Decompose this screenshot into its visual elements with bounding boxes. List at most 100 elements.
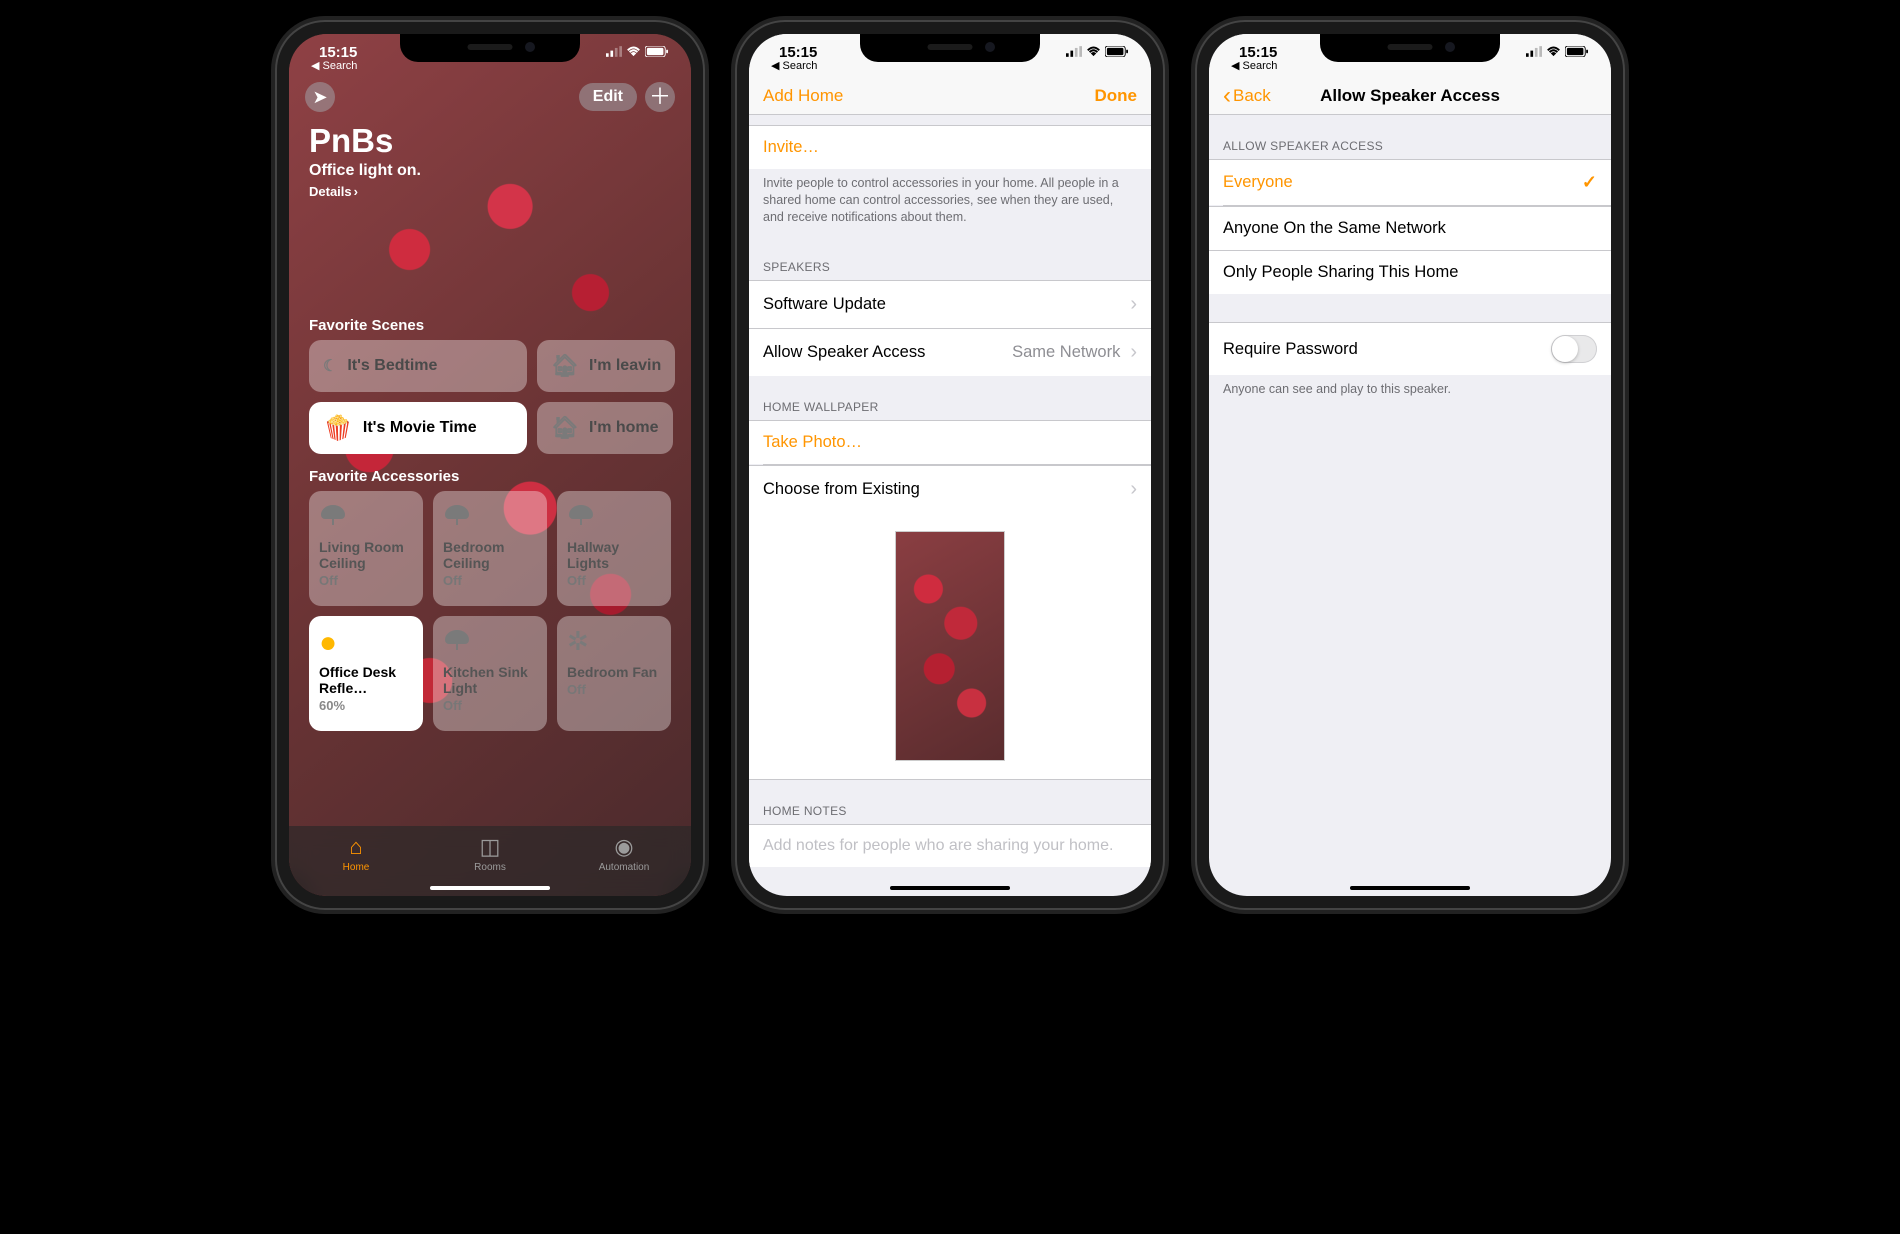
option-everyone[interactable]: Everyone✓ bbox=[1209, 159, 1611, 205]
accessory-tile[interactable]: Bedroom Ceiling Off bbox=[433, 491, 547, 606]
allow-access-value: Same Network bbox=[1012, 343, 1120, 362]
location-arrow-icon: ➤ bbox=[312, 87, 327, 108]
add-button[interactable]: ＋ bbox=[645, 82, 675, 112]
scene-label: I'm home bbox=[589, 419, 659, 437]
fan-icon: ✲ bbox=[567, 626, 589, 656]
require-password-toggle[interactable] bbox=[1551, 335, 1597, 363]
wallpaper-thumbnail[interactable] bbox=[895, 531, 1005, 761]
accessory-name: Hallway Lights bbox=[567, 539, 661, 571]
ceiling-light-icon bbox=[319, 501, 347, 529]
wifi-icon bbox=[626, 46, 641, 57]
access-footer: Anyone can see and play to this speaker. bbox=[1209, 375, 1611, 408]
status-icons bbox=[606, 44, 669, 57]
accessory-name: Kitchen Sink Light bbox=[443, 664, 537, 696]
scene-tile-leaving[interactable]: 🏠︎ I'm leavin bbox=[537, 340, 675, 392]
notch bbox=[1320, 34, 1500, 62]
accessory-tile[interactable]: ● Office Desk Refle… 60% bbox=[309, 616, 423, 731]
home-indicator[interactable] bbox=[890, 886, 1010, 890]
accessory-state: 60% bbox=[319, 698, 413, 713]
phone-frame-1: 15:15 ◀ Search ➤ Edit ＋ PnBs Office ligh… bbox=[275, 20, 705, 910]
accessory-state: Off bbox=[567, 573, 661, 588]
automation-tab-icon: ◉ bbox=[614, 834, 633, 860]
tab-automation[interactable]: ◉ Automation bbox=[557, 826, 691, 880]
accessories-section-header: Favorite Accessories bbox=[289, 454, 691, 491]
signal-icon bbox=[606, 46, 622, 57]
chevron-right-icon: › bbox=[1130, 293, 1137, 316]
home-indicator[interactable] bbox=[1350, 886, 1470, 890]
add-home-button[interactable]: Add Home bbox=[763, 86, 843, 106]
tab-label: Rooms bbox=[474, 862, 506, 873]
battery-icon bbox=[1105, 46, 1129, 57]
scene-label: It's Movie Time bbox=[363, 419, 477, 437]
ceiling-light-icon bbox=[443, 501, 471, 529]
status-back[interactable]: ◀ Search bbox=[771, 59, 817, 72]
battery-icon bbox=[1565, 46, 1589, 57]
home-name-title: PnBs bbox=[309, 122, 671, 160]
status-icons bbox=[1526, 44, 1589, 57]
notch bbox=[860, 34, 1040, 62]
scene-label: It's Bedtime bbox=[347, 357, 437, 375]
moon-icon: ☾ bbox=[323, 356, 337, 376]
invite-cell[interactable]: Invite… bbox=[749, 125, 1151, 169]
tab-label: Home bbox=[343, 862, 370, 873]
screen-home-settings: 15:15 ◀ Search Add Home Done Invite… Inv… bbox=[749, 34, 1151, 896]
checkmark-icon: ✓ bbox=[1582, 172, 1597, 193]
scene-tile-movie[interactable]: 🍿 It's Movie Time bbox=[309, 402, 527, 454]
accessory-tile[interactable]: Kitchen Sink Light Off bbox=[433, 616, 547, 731]
scene-tile-home[interactable]: 🏠︎ I'm home bbox=[537, 402, 673, 454]
accessory-state: Off bbox=[319, 573, 413, 588]
accessory-name: Living Room Ceiling bbox=[319, 539, 413, 571]
software-update-cell[interactable]: Software Update› bbox=[749, 280, 1151, 328]
accessory-name: Bedroom Fan bbox=[567, 664, 661, 680]
tab-rooms[interactable]: ◫ Rooms bbox=[423, 826, 557, 880]
home-notes-input[interactable]: Add notes for people who are sharing you… bbox=[749, 824, 1151, 867]
scene-label: I'm leavin bbox=[589, 357, 661, 375]
scene-tile-bedtime[interactable]: ☾ It's Bedtime bbox=[309, 340, 527, 392]
home-indicator[interactable] bbox=[430, 886, 550, 890]
accessory-state: Off bbox=[443, 573, 537, 588]
accessory-name: Bedroom Ceiling bbox=[443, 539, 537, 571]
home-tab-icon: ⌂ bbox=[349, 834, 362, 860]
screen-home: 15:15 ◀ Search ➤ Edit ＋ PnBs Office ligh… bbox=[289, 34, 691, 896]
accessory-tile[interactable]: ✲ Bedroom Fan Off bbox=[557, 616, 671, 731]
choose-existing-cell[interactable]: Choose from Existing› bbox=[749, 465, 1151, 513]
chevron-right-icon: › bbox=[1130, 341, 1137, 364]
wallpaper-header: HOME WALLPAPER bbox=[749, 376, 1151, 420]
battery-icon bbox=[645, 46, 669, 57]
arrive-icon: 🏠︎ bbox=[551, 415, 579, 441]
signal-icon bbox=[1066, 46, 1082, 57]
status-back[interactable]: ◀ Search bbox=[1231, 59, 1277, 72]
edit-button[interactable]: Edit bbox=[579, 83, 637, 111]
option-same-network[interactable]: Anyone On the Same Network bbox=[1209, 206, 1611, 250]
chevron-left-icon: ‹ bbox=[1223, 89, 1231, 103]
status-back[interactable]: ◀ Search bbox=[311, 59, 357, 72]
allow-speaker-access-cell[interactable]: Allow Speaker Access Same Network › bbox=[749, 328, 1151, 376]
accessory-state: Off bbox=[567, 682, 661, 697]
location-button[interactable]: ➤ bbox=[305, 82, 335, 112]
accessory-tile[interactable]: Hallway Lights Off bbox=[557, 491, 671, 606]
take-photo-cell[interactable]: Take Photo… bbox=[749, 420, 1151, 464]
done-button[interactable]: Done bbox=[1095, 86, 1138, 106]
back-button[interactable]: ‹ Back bbox=[1223, 86, 1271, 106]
wifi-icon bbox=[1546, 46, 1561, 57]
notes-header: HOME NOTES bbox=[749, 780, 1151, 824]
chevron-right-icon: › bbox=[1130, 478, 1137, 501]
tab-home[interactable]: ⌂ Home bbox=[289, 826, 423, 880]
speakers-header: SPEAKERS bbox=[749, 236, 1151, 280]
accessory-name: Office Desk Refle… bbox=[319, 664, 413, 696]
notch bbox=[400, 34, 580, 62]
access-header: ALLOW SPEAKER ACCESS bbox=[1209, 115, 1611, 159]
tab-label: Automation bbox=[599, 862, 650, 873]
details-link[interactable]: Details › bbox=[309, 184, 671, 199]
ceiling-light-icon bbox=[567, 501, 595, 529]
phone-frame-2: 15:15 ◀ Search Add Home Done Invite… Inv… bbox=[735, 20, 1165, 910]
option-sharing-home[interactable]: Only People Sharing This Home bbox=[1209, 250, 1611, 294]
accessory-tile[interactable]: Living Room Ceiling Off bbox=[309, 491, 423, 606]
plus-icon: ＋ bbox=[649, 86, 671, 108]
leaving-icon: 🏠︎ bbox=[551, 353, 579, 379]
status-icons bbox=[1066, 44, 1129, 57]
wifi-icon bbox=[1086, 46, 1101, 57]
home-status-line: Office light on. bbox=[309, 162, 671, 180]
ceiling-light-icon bbox=[443, 626, 471, 654]
scenes-section-header: Favorite Scenes bbox=[289, 303, 691, 340]
